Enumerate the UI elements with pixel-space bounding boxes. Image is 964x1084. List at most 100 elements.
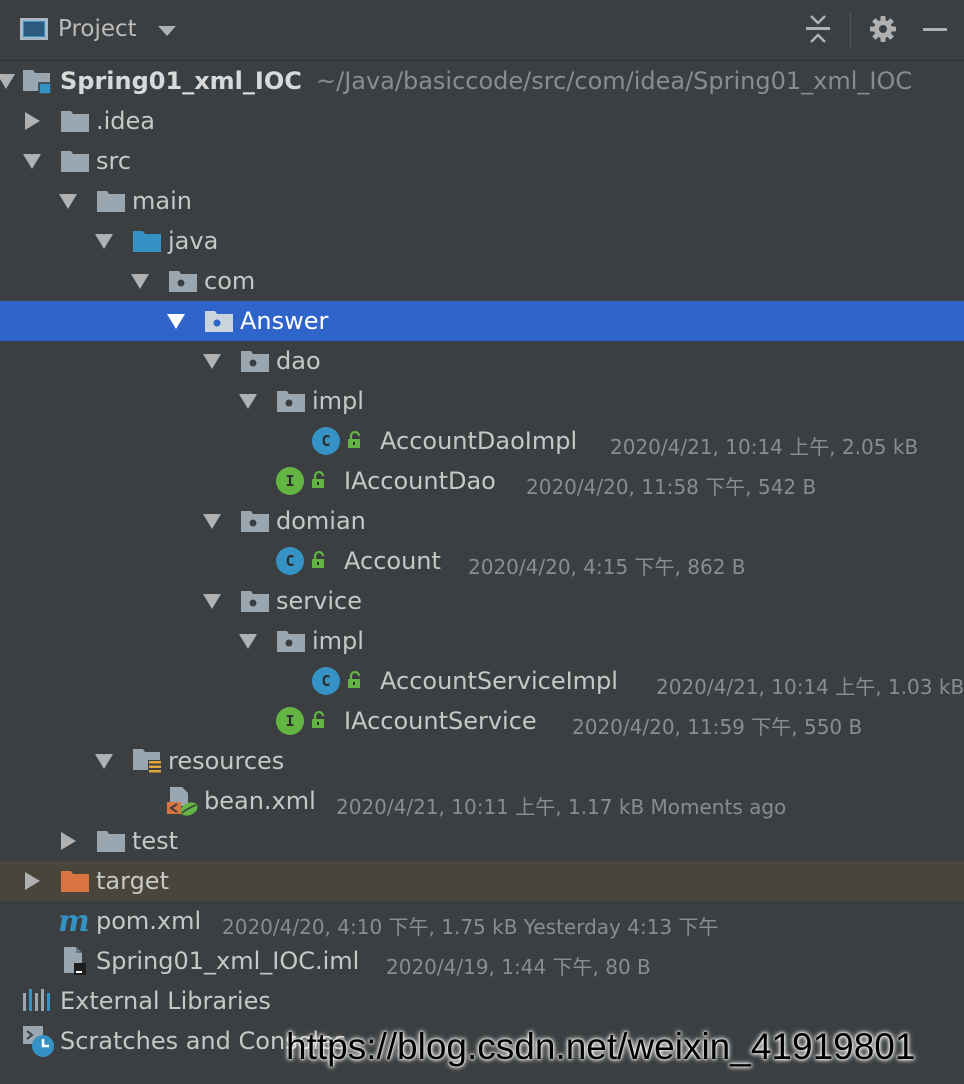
chevron-down-icon[interactable]: [59, 194, 77, 209]
folder-icon: [96, 829, 126, 853]
toolwindow-header: Project: [0, 0, 964, 61]
chevron-down-icon[interactable]: [167, 314, 185, 329]
tree-node-label: pom.xml: [96, 907, 202, 935]
tree-node-label: impl: [312, 387, 364, 415]
tree-node-account-service-impl[interactable]: C AccountServiceImpl 2020/4/21, 10:14 上午…: [0, 661, 964, 701]
chevron-down-icon[interactable]: [131, 274, 149, 289]
tree-node-target[interactable]: target: [0, 861, 964, 901]
tree-node-answer[interactable]: Answer: [0, 301, 964, 341]
lock-icon: [311, 711, 327, 729]
iml-file-icon: [62, 945, 90, 977]
project-module-icon: [22, 69, 54, 95]
package-icon: [240, 589, 270, 613]
class-icon: C: [276, 547, 304, 575]
chevron-down-icon[interactable]: [239, 394, 257, 409]
chevron-right-icon[interactable]: [25, 872, 40, 890]
class-icon: C: [312, 667, 340, 695]
maven-icon: m: [58, 904, 90, 939]
watermark-text: https://blog.csdn.net/weixin_41919801: [286, 1026, 916, 1067]
tree-node-com[interactable]: com: [0, 261, 964, 301]
package-icon: [276, 629, 306, 653]
chevron-down-icon[interactable]: [203, 354, 221, 369]
file-meta: 2020/4/20, 11:58 下午, 542 B: [526, 475, 817, 499]
chevron-right-icon[interactable]: [25, 112, 40, 130]
xml-icon: [166, 786, 198, 816]
tree-node-label: IAccountService: [344, 707, 537, 735]
libraries-icon: [22, 987, 52, 1013]
resources-folder-icon: [132, 748, 164, 774]
tree-node-test[interactable]: test: [0, 821, 964, 861]
project-path: ~/Java/basiccode/src/com/idea/Spring01_x…: [316, 67, 913, 95]
tree-node-dao[interactable]: dao: [0, 341, 964, 381]
lock-icon: [347, 431, 363, 449]
tree-node-service-impl[interactable]: impl: [0, 621, 964, 661]
tree-node-label: Spring01_xml_IOC.iml: [96, 947, 360, 975]
package-icon: [204, 309, 234, 333]
gear-icon[interactable]: [868, 14, 898, 44]
tree-node-label: src: [96, 147, 132, 175]
lock-icon: [311, 471, 327, 489]
tree-node-bean-xml[interactable]: bean.xml 2020/4/21, 10:11 上午, 1.17 kB Mo…: [0, 781, 964, 821]
file-meta: 2020/4/20, 4:15 下午, 862 B: [468, 555, 746, 579]
interface-icon: I: [276, 707, 304, 735]
tree-node-label: main: [132, 187, 192, 215]
chevron-down-icon[interactable]: [0, 74, 15, 89]
source-folder-icon: [132, 229, 162, 253]
file-meta: 2020/4/19, 1:44 下午, 80 B: [386, 955, 651, 979]
tree-node-resources[interactable]: resources: [0, 741, 964, 781]
tree-node-label: service: [276, 587, 362, 615]
tree-node-external-libraries[interactable]: External Libraries: [0, 981, 964, 1021]
toolwindow-title[interactable]: Project: [58, 16, 137, 42]
package-icon: [168, 269, 198, 293]
tree-node-java[interactable]: java: [0, 221, 964, 261]
tree-node-iaccount-service[interactable]: I IAccountService 2020/4/20, 11:59 下午, 5…: [0, 701, 964, 741]
tree-node-label: AccountServiceImpl: [380, 667, 618, 695]
chevron-down-icon[interactable]: [95, 234, 113, 249]
folder-icon: [60, 109, 90, 133]
tree-node-dao-impl[interactable]: impl: [0, 381, 964, 421]
file-meta: 2020/4/21, 10:14 上午, 1.03 kB: [656, 675, 964, 699]
tree-node-src[interactable]: src: [0, 141, 964, 181]
header-divider: [850, 12, 851, 48]
chevron-down-icon[interactable]: [23, 154, 41, 169]
tree-node-label: java: [168, 227, 219, 255]
tree-node-root[interactable]: Spring01_xml_IOC ~/Java/basiccode/src/co…: [0, 61, 964, 101]
tree-node-label: domian: [276, 507, 366, 535]
tree-node-service[interactable]: service: [0, 581, 964, 621]
tree-node-label: resources: [168, 747, 285, 775]
collapse-all-icon[interactable]: [803, 14, 833, 44]
class-icon: C: [312, 427, 340, 455]
chevron-down-icon[interactable]: [203, 594, 221, 609]
tree-node-label: test: [132, 827, 179, 855]
tree-node-iml[interactable]: Spring01_xml_IOC.iml 2020/4/19, 1:44 下午,…: [0, 941, 964, 981]
scratches-icon: [22, 1025, 56, 1059]
project-view-icon: [20, 18, 48, 40]
tree-node-iaccount-dao[interactable]: I IAccountDao 2020/4/20, 11:58 下午, 542 B: [0, 461, 964, 501]
lock-icon: [311, 551, 327, 569]
excluded-folder-icon: [60, 869, 90, 893]
tree-node-account[interactable]: C Account 2020/4/20, 4:15 下午, 862 B: [0, 541, 964, 581]
chevron-down-icon[interactable]: [95, 754, 113, 769]
folder-icon: [96, 189, 126, 213]
tree-node-account-dao-impl[interactable]: C AccountDaoImpl 2020/4/21, 10:14 上午, 2.…: [0, 421, 964, 461]
tree-node-domian[interactable]: domian: [0, 501, 964, 541]
chevron-down-icon[interactable]: [203, 514, 221, 529]
tree-node-main[interactable]: main: [0, 181, 964, 221]
package-icon: [240, 509, 270, 533]
chevron-down-icon[interactable]: [239, 634, 257, 649]
tree-node-label: Account: [344, 547, 441, 575]
tree-node-label: IAccountDao: [344, 467, 496, 495]
chevron-right-icon[interactable]: [61, 832, 76, 850]
tree-node-label: .idea: [96, 107, 156, 135]
file-meta: 2020/4/21, 10:11 上午, 1.17 kB Moments ago: [336, 795, 787, 819]
hide-icon[interactable]: [920, 14, 950, 44]
package-icon: [276, 389, 306, 413]
tree-node-label: dao: [276, 347, 321, 375]
tree-node-idea[interactable]: .idea: [0, 101, 964, 141]
tree-node-label: bean.xml: [204, 787, 316, 815]
dropdown-icon[interactable]: [158, 26, 176, 36]
tree-node-label: impl: [312, 627, 364, 655]
tree-node-label: target: [96, 867, 169, 895]
tree-node-label: Spring01_xml_IOC: [60, 67, 302, 95]
tree-node-pom-xml[interactable]: m pom.xml 2020/4/20, 4:10 下午, 1.75 kB Ye…: [0, 901, 964, 941]
